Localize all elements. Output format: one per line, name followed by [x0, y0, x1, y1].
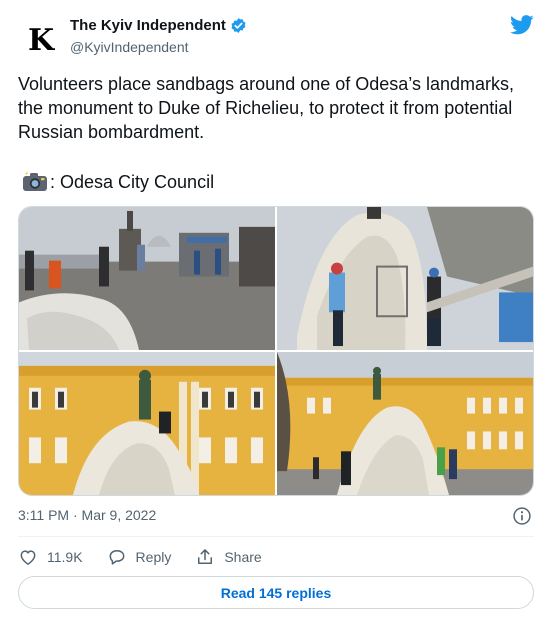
divider [18, 536, 534, 537]
tweet-card: K The Kyiv Independent @KyivIndependent … [0, 0, 549, 619]
camera-icon [23, 171, 47, 191]
twitter-bird-icon[interactable] [510, 15, 534, 35]
photo-volunteers-square[interactable] [19, 207, 275, 350]
reply-icon [109, 550, 124, 565]
account-name[interactable]: The Kyiv Independent [70, 17, 226, 34]
tweet-timestamp[interactable]: 3:11 PM · Mar 9, 2022 [18, 507, 156, 523]
account-avatar[interactable]: K [20, 20, 62, 62]
share-icon [198, 549, 213, 564]
like-count: 11.9K [47, 549, 83, 565]
tweet-text: Volunteers place sandbags around one of … [18, 74, 514, 142]
share-button[interactable]: Share [195, 547, 262, 567]
read-replies-button[interactable]: Read 145 replies [18, 576, 534, 609]
share-label: Share [224, 549, 262, 565]
photo-grid [18, 206, 534, 496]
avatar-logo-letter: K [27, 23, 55, 58]
action-bar: 11.9K Reply Share [18, 545, 286, 569]
photo-credit: : Odesa City Council [22, 170, 214, 194]
verified-icon [231, 18, 246, 33]
heart-icon [20, 550, 36, 565]
photo-credit-text: : Odesa City Council [50, 172, 215, 192]
photo-covered-monument-wide[interactable] [277, 352, 533, 495]
photo-monument-building[interactable] [19, 352, 275, 495]
photo-sandbag-pile-close[interactable] [277, 207, 533, 350]
reply-label: Reply [135, 549, 172, 565]
reply-button[interactable]: Reply [107, 547, 172, 567]
account-name-row[interactable]: The Kyiv Independent [70, 17, 247, 34]
account-handle[interactable]: @KyivIndependent [70, 39, 189, 55]
info-icon[interactable] [512, 506, 532, 526]
like-button[interactable]: 11.9K [18, 547, 83, 567]
